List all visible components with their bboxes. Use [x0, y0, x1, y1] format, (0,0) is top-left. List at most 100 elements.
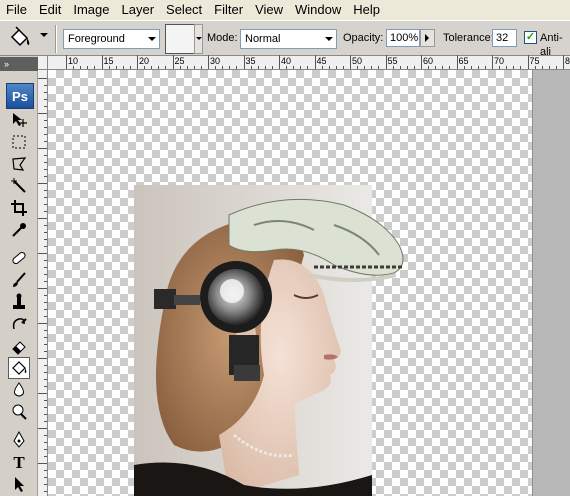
ruler-tick: [44, 449, 47, 450]
mode-select[interactable]: Normal: [240, 29, 337, 49]
type-icon[interactable]: T: [8, 451, 30, 473]
menu-help[interactable]: Help: [347, 0, 386, 20]
ruler-tick: [38, 323, 47, 324]
ruler-tick: [44, 456, 47, 457]
menu-view[interactable]: View: [249, 0, 289, 20]
pattern-picker[interactable]: [165, 24, 195, 54]
ruler-minor-tick: [80, 66, 82, 69]
ruler-tick: [44, 435, 47, 436]
svg-text:T: T: [13, 453, 25, 471]
options-bar: Foreground Mode: Normal Opacity: 100% To…: [0, 20, 570, 58]
dodge-icon[interactable]: [8, 401, 30, 423]
ruler-tick: [421, 55, 422, 69]
ruler-label: 45: [316, 56, 327, 66]
ruler-minor-tick: [193, 66, 195, 69]
ruler-tick: [44, 274, 47, 275]
paint-bucket-icon[interactable]: [8, 26, 32, 50]
ruler-tick: [44, 127, 47, 128]
menu-window[interactable]: Window: [289, 0, 347, 20]
ruler-tick: [101, 55, 103, 69]
ruler-minor-tick: [186, 66, 188, 69]
ruler-minor-tick: [321, 66, 323, 69]
ruler-tick: [44, 120, 47, 121]
ruler-tick: [38, 148, 47, 149]
tool-preset-dropdown-icon[interactable]: [40, 33, 48, 37]
document-canvas[interactable]: [48, 70, 532, 496]
move-icon[interactable]: [8, 109, 30, 131]
ruler-label: 25: [174, 56, 185, 66]
paint-bucket-tool-icon[interactable]: [8, 357, 30, 379]
ruler-minor-tick: [286, 66, 288, 69]
ruler-tick: [38, 183, 47, 184]
ruler-minor-tick: [73, 66, 75, 69]
chevron-down-icon: [325, 37, 333, 41]
ruler-tick: [44, 106, 47, 107]
ruler-tick: [243, 55, 245, 69]
ruler-tick: [44, 225, 47, 226]
tolerance-input[interactable]: 32: [492, 29, 517, 47]
opacity-input[interactable]: 100%: [386, 29, 420, 47]
ruler-label: 10: [68, 56, 79, 66]
mode-label: Mode:: [207, 32, 238, 44]
fill-source-select[interactable]: Foreground: [63, 29, 160, 49]
ruler-minor-tick: [357, 66, 359, 69]
ruler-tick: [208, 55, 209, 69]
healing-brush-icon[interactable]: [8, 247, 30, 269]
ruler-tick: [38, 463, 47, 464]
ruler-minor-tick: [129, 66, 131, 69]
crop-icon[interactable]: [8, 197, 30, 219]
marquee-icon[interactable]: [8, 131, 30, 153]
ruler-tick: [44, 421, 47, 422]
ruler-tick: [44, 470, 47, 471]
clone-stamp-icon[interactable]: [8, 291, 30, 313]
magic-wand-icon[interactable]: [8, 175, 30, 197]
ruler-tick: [44, 344, 47, 345]
menu-edit[interactable]: Edit: [33, 0, 67, 20]
blur-icon[interactable]: [8, 379, 30, 401]
menu-select[interactable]: Select: [160, 0, 208, 20]
ruler-minor-tick: [470, 66, 472, 69]
ruler-minor-tick: [215, 66, 217, 69]
ps-logo[interactable]: Ps: [6, 83, 34, 109]
ruler-label: 20: [139, 56, 150, 66]
ruler-minor-tick: [87, 66, 89, 69]
menu-filter[interactable]: Filter: [208, 0, 249, 20]
brush-icon[interactable]: [8, 269, 30, 291]
ruler-tick: [44, 85, 47, 86]
ruler-minor-tick: [435, 66, 437, 69]
anti-alias-checkbox[interactable]: ✓: [524, 31, 537, 44]
vertical-ruler[interactable]: [38, 70, 48, 496]
ruler-minor-tick: [449, 66, 451, 69]
ruler-tick: [44, 372, 47, 373]
ruler-tick: [44, 442, 47, 443]
ruler-minor-tick: [158, 66, 160, 69]
lasso-icon[interactable]: [8, 153, 30, 175]
ruler-minor-tick: [463, 66, 465, 69]
toolbox-grip[interactable]: »: [0, 57, 38, 71]
anti-alias-label: Anti-ali: [540, 32, 563, 58]
ruler-tick: [38, 393, 47, 394]
ruler-tick: [563, 55, 564, 69]
menu-file[interactable]: File: [0, 0, 33, 20]
pen-icon[interactable]: [8, 429, 30, 451]
history-brush-icon[interactable]: [8, 313, 30, 335]
ruler-minor-tick: [151, 66, 153, 69]
ruler-minor-tick: [264, 66, 266, 69]
opacity-slider-arrow-icon[interactable]: [420, 29, 435, 47]
ruler-tick: [44, 169, 47, 170]
path-selection-icon[interactable]: [8, 473, 30, 495]
ruler-tick: [44, 204, 47, 205]
ruler-tick: [44, 197, 47, 198]
ruler-corner: [38, 56, 48, 70]
menu-layer[interactable]: Layer: [116, 0, 161, 20]
eraser-icon[interactable]: [8, 335, 30, 357]
ruler-tick: [44, 386, 47, 387]
horizontal-ruler[interactable]: 10 15 20 25 30 35 40 45 50 55 60 65 70 75 80: [48, 55, 570, 70]
ruler-tick: [44, 211, 47, 212]
eyedropper-icon[interactable]: [8, 219, 30, 241]
ruler-minor-tick: [364, 66, 366, 69]
ruler-tick: [44, 99, 47, 100]
ruler-minor-tick: [406, 66, 408, 69]
menu-image[interactable]: Image: [67, 0, 115, 20]
pattern-dropdown-icon[interactable]: [194, 24, 203, 54]
